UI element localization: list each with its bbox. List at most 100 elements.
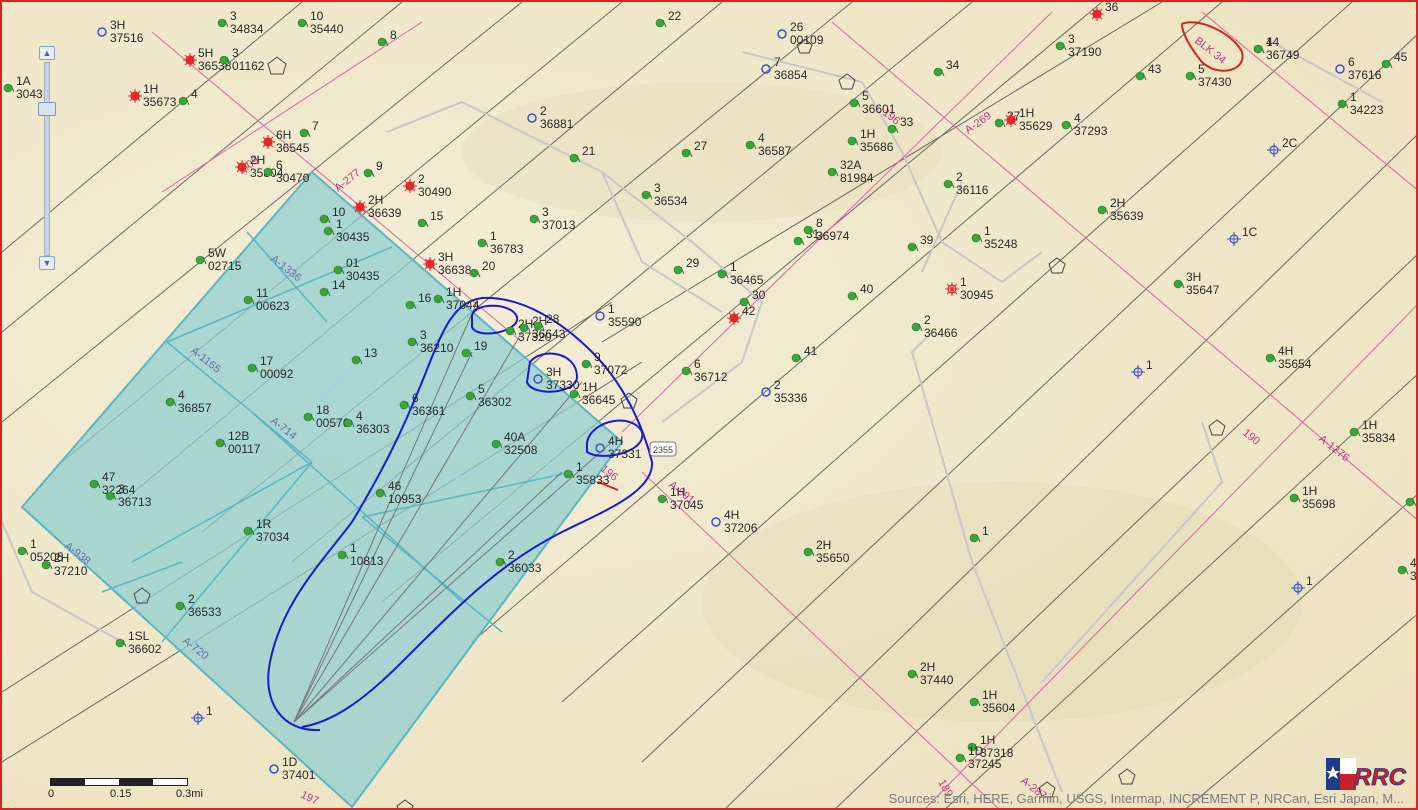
well-api-number: 36534 <box>654 194 688 208</box>
well-marker[interactable]: 20 <box>469 259 496 278</box>
well-marker[interactable]: 2600109 <box>777 20 824 47</box>
well-marker[interactable]: 25937 <box>1405 488 1418 507</box>
attribution-text: Sources: Esri, HERE, Garmin, USGS, Inter… <box>888 791 1404 806</box>
well-api-number: 37045 <box>670 498 704 512</box>
permit-well-icon <box>269 764 279 774</box>
zoom-track[interactable] <box>44 62 50 256</box>
well-api-number: 36854 <box>774 68 808 82</box>
well-marker[interactable]: 34 <box>933 58 960 77</box>
well-label: 2 <box>418 172 425 186</box>
well-marker[interactable]: 130945 <box>945 275 994 302</box>
well-marker[interactable]: 637616 <box>1335 55 1382 82</box>
well-marker[interactable]: 134223 <box>1337 90 1384 117</box>
well-label: 28 <box>546 312 560 326</box>
well-marker[interactable]: 36 <box>1090 2 1119 21</box>
well-marker[interactable]: 22 <box>655 9 682 28</box>
well-marker[interactable]: 2H35639 <box>1097 196 1144 223</box>
well-label: 2 <box>774 378 781 392</box>
zoom-in-button[interactable]: ▲ <box>39 46 55 60</box>
well-api-number: 34677 <box>1410 569 1418 583</box>
well-api-number: 01162 <box>232 59 265 73</box>
well-marker[interactable]: 937072 <box>581 350 628 377</box>
well-api-number: 34223 <box>1350 103 1384 117</box>
well-api-number: 00109 <box>790 33 824 47</box>
well-marker[interactable]: 135248 <box>971 224 1018 251</box>
well-api-number: 37401 <box>282 768 316 782</box>
well-marker[interactable]: 437293 <box>1061 111 1108 138</box>
well-marker[interactable]: 4H34677 <box>1397 556 1418 583</box>
scale-label-mid: 0.15 <box>110 788 132 800</box>
abstract-label: A-277 <box>332 167 363 195</box>
well-marker[interactable]: 1035440 <box>297 9 344 36</box>
well-api-number: 36033 <box>508 561 542 575</box>
well-api-number: 37430 <box>1198 75 1232 89</box>
well-marker[interactable]: 1C <box>1227 225 1258 246</box>
well-marker[interactable]: 9 <box>363 159 383 178</box>
well-marker[interactable]: 39 <box>907 233 934 252</box>
well-marker[interactable]: 3H35647 <box>1173 270 1220 297</box>
map-canvas[interactable]: 2.09 A-277 A-1336 A-1165 A-714 A-938 A-7… <box>2 2 1418 810</box>
well-label: 6 <box>1348 55 1355 69</box>
well-marker[interactable]: 3H36638 <box>423 250 472 277</box>
well-marker[interactable]: 2C <box>1267 136 1298 157</box>
zoom-thumb[interactable] <box>38 102 56 116</box>
well-marker[interactable]: 45 <box>1381 50 1408 69</box>
scale-bar: 0 0.15 0.3mi <box>48 778 228 806</box>
well-label: 1 <box>576 460 583 474</box>
well-marker[interactable]: 136465 <box>717 260 764 287</box>
well-label: 1 <box>1146 358 1153 372</box>
well-label: 4 <box>178 388 185 402</box>
well-api-number: 36116 <box>956 183 989 197</box>
well-api-number: 37044 <box>446 298 480 312</box>
well-label: 2C <box>1282 136 1298 150</box>
abstract-label: 190 <box>1240 427 1262 448</box>
well-label: 40A <box>504 430 525 444</box>
well-api-number: 35647 <box>1186 283 1220 297</box>
zoom-out-button[interactable]: ▼ <box>39 256 55 270</box>
map-view[interactable]: 2.09 A-277 A-1336 A-1165 A-714 A-938 A-7… <box>0 0 1418 810</box>
well-api-number: 35248 <box>984 237 1018 251</box>
well-api-number: 30490 <box>418 185 452 199</box>
well-marker[interactable]: 1H35834 <box>1349 418 1396 445</box>
well-api-number: 36465 <box>730 273 764 287</box>
well-marker[interactable]: 3H37516 <box>97 18 144 45</box>
well-marker[interactable]: 235336 <box>761 378 808 405</box>
well-marker[interactable]: 630470 <box>263 158 310 185</box>
rrc-logo: RRC <box>1326 758 1407 791</box>
well-marker[interactable]: 236116 <box>943 170 989 197</box>
well-marker[interactable]: 1H35673 <box>128 82 177 109</box>
well-marker[interactable]: 1 <box>191 704 213 725</box>
well-label: 2H <box>368 193 383 207</box>
well-marker[interactable]: 29 <box>673 256 700 275</box>
well-marker[interactable]: 41 <box>791 344 818 363</box>
well-marker[interactable]: 4H35654 <box>1265 344 1312 371</box>
well-marker[interactable]: 7 <box>299 119 319 138</box>
well-api-number: 36712 <box>694 370 728 384</box>
well-api-number: 35834 <box>1362 431 1396 445</box>
well-marker[interactable]: 1 <box>1131 358 1153 379</box>
well-marker[interactable]: 8 <box>377 28 397 47</box>
well-marker[interactable]: 136783 <box>477 229 524 256</box>
well-marker[interactable]: 15 <box>417 209 444 228</box>
well-label: 1D <box>282 755 298 769</box>
well-marker[interactable]: 43 <box>1135 62 1162 81</box>
well-marker[interactable]: 40 <box>847 282 874 301</box>
well-label: 1 <box>960 275 967 289</box>
well-marker[interactable]: 4H37206 <box>711 508 758 535</box>
well-label: 4H <box>608 434 623 448</box>
well-api-number: 35698 <box>1302 497 1336 511</box>
well-marker[interactable]: 1H37045 <box>657 485 704 512</box>
well-marker[interactable]: 236466 <box>911 313 958 340</box>
well-marker[interactable]: 337190 <box>1055 32 1102 59</box>
well-label: 3 <box>1068 32 1075 46</box>
well-marker[interactable]: 1SL36602 <box>115 629 162 656</box>
permit-well-icon <box>595 311 605 321</box>
well-marker[interactable]: 5W02715 <box>195 246 242 273</box>
well-marker[interactable]: 334834 <box>217 9 264 36</box>
zoom-slider[interactable]: ▲ ▼ <box>38 46 56 270</box>
well-marker[interactable]: 42 <box>727 304 756 325</box>
well-marker[interactable]: 1H35698 <box>1289 484 1336 511</box>
well-api-number: 36713 <box>118 495 152 509</box>
well-marker[interactable]: 636712 <box>681 357 728 384</box>
well-label: 45 <box>1394 50 1408 64</box>
